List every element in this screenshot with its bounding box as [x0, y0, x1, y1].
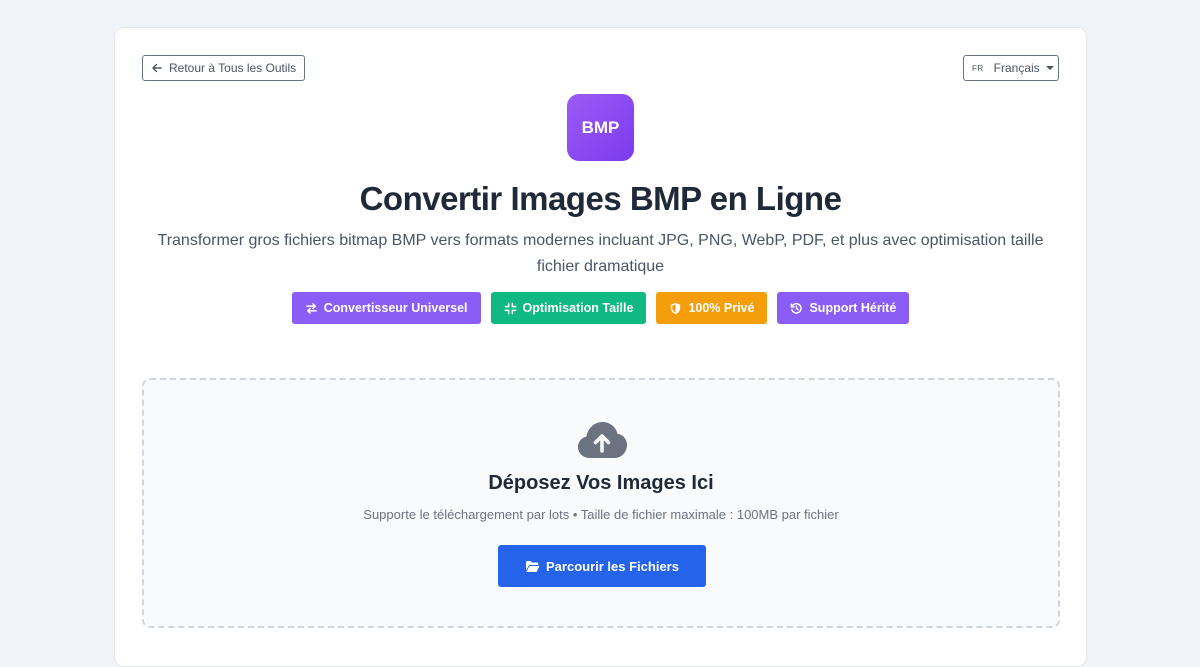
badge-legacy-support: Support Hérité	[777, 292, 910, 324]
language-selector[interactable]: FR Français	[963, 55, 1059, 81]
browse-files-button[interactable]: Parcourir les Fichiers	[498, 545, 706, 587]
compress-icon	[504, 302, 516, 314]
history-icon	[791, 302, 803, 314]
cloud-upload-icon	[578, 422, 627, 458]
badge-universal-converter: Convertisseur Universel	[291, 292, 481, 324]
page-title: Convertir Images BMP en Ligne	[359, 180, 842, 217]
back-to-tools-button[interactable]: Retour à Tous les Outils	[142, 55, 306, 81]
badge-label: Convertisseur Universel	[323, 301, 468, 315]
badge-size-optimization: Optimisation Taille	[490, 292, 647, 324]
arrow-left-icon	[152, 63, 162, 73]
dropzone-title: Déposez Vos Images Ici	[488, 472, 714, 494]
feature-badges: Convertisseur Universel Optimisation Tai…	[115, 292, 1086, 324]
back-button-label: Retour à Tous les Outils	[169, 61, 297, 75]
language-label: Français	[993, 61, 1040, 75]
dropzone-subtitle: Supporte le téléchargement par lots • Ta…	[363, 507, 839, 522]
badge-label: Support Hérité	[809, 301, 897, 315]
language-code: FR	[972, 63, 984, 73]
exchange-icon	[305, 302, 317, 314]
badge-private: 100% Privé	[656, 292, 768, 324]
folder-open-icon	[526, 560, 540, 572]
badge-label: 100% Privé	[688, 301, 755, 315]
converter-card: Retour à Tous les Outils FR Français BMP…	[114, 27, 1087, 667]
logo-text: BMP	[581, 117, 620, 137]
browse-button-label: Parcourir les Fichiers	[546, 558, 679, 574]
shield-icon	[671, 302, 681, 314]
page-subtitle: Transformer gros fichiers bitmap BMP ver…	[157, 232, 1044, 275]
caret-down-icon	[1045, 66, 1054, 70]
badge-label: Optimisation Taille	[522, 301, 634, 315]
bmp-logo: BMP	[567, 94, 634, 161]
file-dropzone[interactable]: Déposez Vos Images Ici Supporte le téléc…	[142, 378, 1060, 628]
